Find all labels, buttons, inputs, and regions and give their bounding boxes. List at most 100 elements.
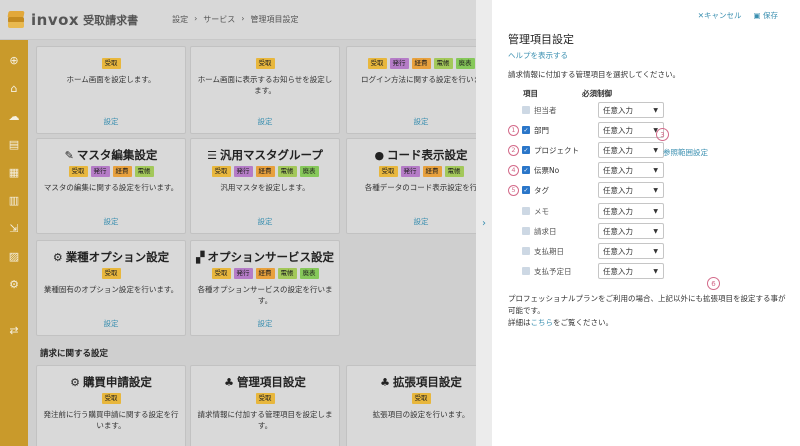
field-checkbox[interactable]: ✓ — [522, 146, 530, 154]
card-settings-link[interactable]: 設定 — [37, 216, 185, 227]
building-icon[interactable]: ▥ — [0, 186, 28, 214]
caret-down-icon: ▼ — [653, 186, 658, 194]
column-header-item: 項目 — [523, 89, 538, 98]
help-link[interactable]: ヘルプを表示する — [508, 50, 568, 61]
select-value: 任意入力 — [603, 185, 633, 195]
required-control-select[interactable]: 任意入力 ▼ — [598, 263, 664, 279]
select-value: 任意入力 — [603, 266, 633, 276]
required-control-select[interactable]: 任意入力 ▼ — [598, 203, 664, 219]
settings-grid: 請求に関する設定 受取 ホーム画面を設定します。 設定 受取 ホーム画面に表示するお知ら… — [28, 40, 476, 446]
panel-actions: ✕キャンセル ▣ 保存 — [698, 10, 778, 21]
caret-down-icon: ▼ — [653, 247, 658, 255]
field-row: 5 ✓ タグ 任意入力 ▼ — [508, 181, 678, 199]
panel-collapse-strip[interactable]: › — [476, 0, 492, 446]
logo[interactable]: invox 受取請求書 — [6, 10, 138, 29]
link-icon[interactable]: ⇄ — [0, 316, 28, 344]
card-description: 業種固有のオプション設定を行います。 — [43, 285, 179, 294]
card-settings-link[interactable]: 設定 — [191, 318, 339, 329]
annotation-marker: 1 — [508, 124, 519, 136]
service-tag: 発行 — [233, 166, 253, 177]
field-label: 支払期日 — [534, 246, 564, 256]
document-export-icon[interactable]: ⇲ — [0, 214, 28, 242]
settings-card: ▞ オプションサービス設定 受取 発行 経費 電帳 廃表 各種オプションサービスの設定を行いま… — [190, 240, 340, 336]
card-title: ♣ 管理項目設定 — [191, 374, 339, 390]
required-control-select[interactable]: 任意入力 ▼ — [598, 223, 664, 239]
cancel-button[interactable]: ✕キャンセル — [698, 10, 742, 21]
card-title-text: 業種オプション設定 — [65, 250, 170, 264]
card-settings-link[interactable]: 設定 — [191, 116, 339, 127]
cloud-upload-icon[interactable]: ☁ — [0, 102, 28, 130]
breadcrumb-settings[interactable]: 設定 — [172, 14, 188, 25]
chevron-right-icon[interactable]: › — [482, 218, 486, 229]
service-tag: 経費 — [422, 166, 442, 177]
card-settings-link[interactable]: 設定 — [347, 116, 476, 127]
required-control-select[interactable]: 任意入力 ▼ — [598, 162, 664, 178]
card-tags: 受取 — [37, 268, 185, 279]
field-checkbox[interactable] — [522, 267, 530, 275]
field-label: 請求日 — [534, 226, 557, 236]
card-title: ☰ 汎用マスタグループ — [191, 147, 339, 163]
field-checkbox[interactable] — [522, 247, 530, 255]
field-checkbox[interactable]: ✓ — [522, 166, 530, 174]
home-icon[interactable]: ⌂ — [0, 74, 28, 102]
settings-card: 受取 ホーム画面を設定します。 設定 — [36, 46, 186, 134]
breadcrumb-service[interactable]: サービス — [203, 14, 235, 25]
service-tag: 電帳 — [277, 268, 297, 279]
field-row: 支払期日 任意入力 ▼ — [508, 242, 678, 260]
field-row: 支払予定日 任意入力 ▼ — [508, 262, 678, 280]
card-description: マスタの編集に関する設定を行います。 — [43, 183, 179, 192]
card-tags: 受取 発行 経費 電帳 廃表 — [347, 58, 476, 69]
annotation-marker: 5 — [508, 184, 519, 196]
details-link[interactable]: こちら — [531, 318, 554, 327]
card-icon: ⚙ — [70, 376, 80, 389]
logo-text: invox — [31, 10, 80, 29]
footer-note: プロフェッショナルプランをご利用の場合、上記以外にも拡張項目を設定する事が可能で… — [508, 293, 792, 329]
service-tag: 電帳 — [444, 166, 464, 177]
service-tag: 廃表 — [299, 166, 319, 177]
card-settings-link[interactable]: 設定 — [347, 216, 476, 227]
select-value: 任意入力 — [603, 145, 633, 155]
card-title-text: 拡張項目設定 — [392, 375, 462, 389]
save-button[interactable]: ▣ 保存 — [754, 10, 778, 21]
required-control-select[interactable]: 任意入力 ▼ — [598, 243, 664, 259]
field-checkbox[interactable] — [522, 207, 530, 215]
field-checkbox[interactable] — [522, 227, 530, 235]
annotation-marker: 2 — [508, 144, 519, 156]
footer-suffix: をご覧ください。 — [553, 318, 613, 327]
required-control-select[interactable]: 任意入力 ▼ — [598, 102, 664, 118]
scope-settings-link[interactable]: 参照範囲設定 — [663, 147, 708, 158]
service-tag: 経費 — [255, 166, 275, 177]
settings-card: 受取ホーム画面に表示するお知らせを設定します。設定 — [190, 46, 340, 134]
field-label: タグ — [534, 185, 549, 195]
card-settings-link[interactable]: 設定 — [191, 216, 339, 227]
service-tag: 発行 — [90, 166, 110, 177]
card-icon: ♣ — [380, 376, 390, 389]
required-control-select[interactable]: 任意入力 ▼ — [598, 182, 664, 198]
select-value: 任意入力 — [603, 206, 633, 216]
document-list-icon[interactable]: ▦ — [0, 158, 28, 186]
required-control-select[interactable]: 任意入力 ▼ — [598, 122, 664, 138]
save-label: 保存 — [763, 11, 778, 20]
field-checkbox[interactable]: ✓ — [522, 186, 530, 194]
document-icon[interactable]: ▤ — [0, 130, 28, 158]
field-checkbox[interactable]: ✓ — [522, 126, 530, 134]
plus-icon[interactable]: ⊕ — [0, 46, 28, 74]
settings-card: ✎ マスタ編集設定 受取 発行 経費 電帳 マスタの編集に関する設定を行います。 設定 — [36, 138, 186, 234]
required-control-select[interactable]: 任意入力 ▼ — [598, 142, 664, 158]
service-tag: 廃表 — [455, 58, 475, 69]
chart-icon[interactable]: ▨ — [0, 242, 28, 270]
card-description: 各種オプションサービスの設定を行います。 — [197, 285, 333, 305]
card-title: ▞ オプションサービス設定 — [191, 249, 339, 265]
card-description: 拡張項目の設定を行います。 — [372, 410, 470, 419]
gear-icon[interactable]: ⚙ — [0, 270, 28, 298]
card-description: ホーム画面に表示するお知らせを設定します。 — [197, 75, 333, 95]
field-checkbox[interactable] — [522, 106, 530, 114]
field-label: プロジェクト — [534, 145, 579, 155]
card-settings-link[interactable]: 設定 — [37, 318, 185, 329]
annotation-marker-6: 6 — [707, 277, 720, 290]
breadcrumb: 設定 › サービス › 管理項目設定 — [172, 14, 298, 25]
card-tags: 受取 — [191, 58, 339, 69]
card-settings-link[interactable]: 設定 — [37, 116, 185, 127]
card-tags: 受取 発行 経費 電帳 廃表 — [191, 166, 339, 177]
card-description: 各種データのコード表示設定を行 — [364, 183, 476, 192]
